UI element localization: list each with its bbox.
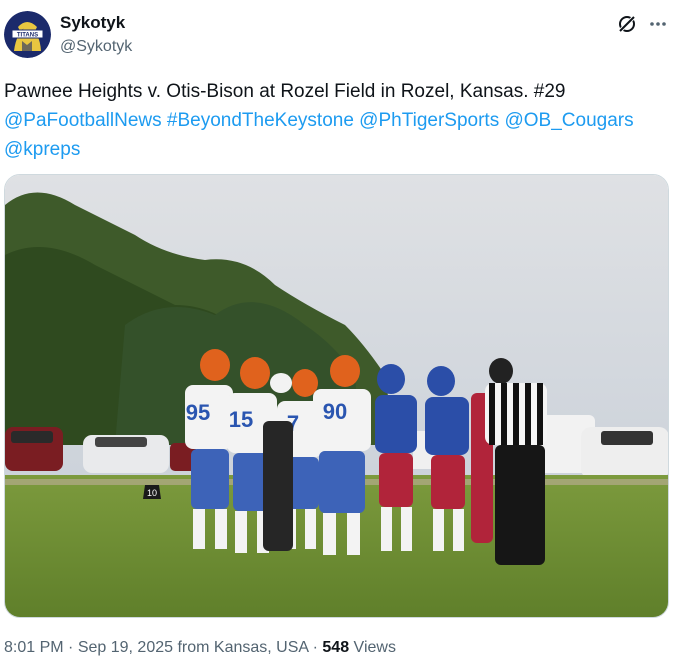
meta-separator: · — [308, 639, 323, 656]
tweet-time[interactable]: 8:01 PM — [4, 639, 64, 656]
jersey-number-95: 95 — [186, 400, 210, 425]
jersey-number-90: 90 — [323, 399, 347, 424]
meta-separator: · — [63, 639, 78, 656]
yard-marker: 10 — [143, 485, 161, 499]
jersey-number-15: 15 — [229, 407, 253, 432]
tweet-text: Pawnee Heights v. Otis-Bison at Rozel Fi… — [4, 77, 670, 164]
more-icon[interactable] — [648, 14, 668, 34]
views-label: Views — [349, 639, 396, 656]
yard-marker-label: 10 — [147, 488, 157, 498]
tweet-date[interactable]: Sep 19, 2025 — [78, 639, 173, 656]
mention-pafootballnews[interactable]: @PaFootballNews — [4, 110, 162, 131]
views-count: 548 — [322, 639, 350, 656]
mention-kpreps[interactable]: @kpreps — [4, 139, 80, 160]
tweet-header: TITANS Sykotyk @Sykotyk — [0, 0, 674, 70]
tweet-location: from Kansas, USA — [173, 639, 309, 656]
tweet-body: Pawnee Heights v. Otis-Bison at Rozel Fi… — [4, 81, 566, 102]
tweet-meta: 8:01 PM · Sep 19, 2025 from Kansas, USA … — [4, 639, 396, 657]
author-handle[interactable]: @Sykotyk — [60, 38, 132, 56]
mention-phtigersports[interactable]: @PhTigerSports — [359, 110, 499, 131]
author-name[interactable]: Sykotyk — [60, 13, 125, 33]
grok-icon[interactable] — [617, 14, 637, 34]
avatar[interactable]: TITANS — [4, 11, 51, 58]
mention-ob-cougars[interactable]: @OB_Cougars — [504, 110, 633, 131]
tweet-photo[interactable]: 10 95 15 7 90 — [4, 174, 669, 618]
avatar-logo-text: TITANS — [17, 33, 38, 39]
hashtag-beyondthekeystone[interactable]: #BeyondTheKeystone — [167, 110, 354, 131]
